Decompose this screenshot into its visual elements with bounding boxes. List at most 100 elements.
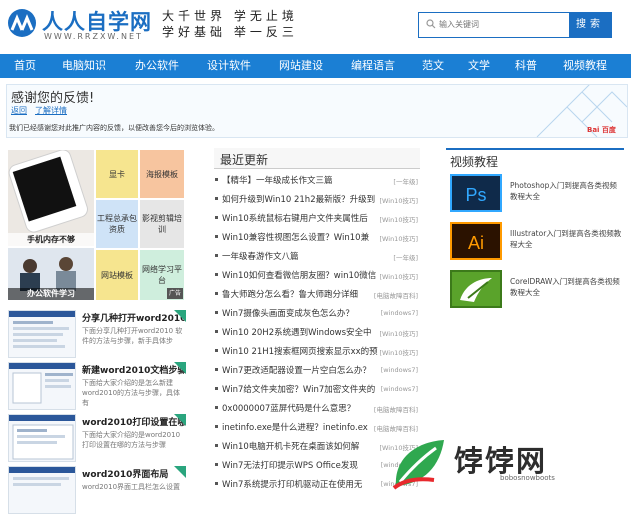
news-title[interactable]: 鲁大师跑分怎么看？鲁大师跑分详细 <box>222 288 378 300</box>
news-title[interactable]: 一年级春游作文八篇 <box>222 250 378 262</box>
word-screenshot-icon <box>9 467 75 486</box>
news-title[interactable]: Win10 20H2系统遇到Windows安全中 <box>222 326 378 338</box>
news-title[interactable]: Win7摄像头画面变成灰色怎么办？ <box>222 307 378 319</box>
news-title[interactable]: Win7更改适配器设置一片空白怎么办？ <box>222 364 378 376</box>
video-item-title[interactable]: CorelDRAW入门到提高各类视频教程大全 <box>510 276 624 298</box>
news-title[interactable]: Win7系统提示打印机驱动正在使用无 <box>222 478 378 490</box>
nav-item-design[interactable]: 设计软件 <box>207 54 251 78</box>
article-thumbnail <box>8 466 76 514</box>
search-button[interactable]: 搜索 <box>569 13 611 37</box>
news-category[interactable]: [电脑故障百科] <box>374 290 418 300</box>
news-title[interactable]: Win10兼容性视图怎么设置？Win10兼 <box>222 231 378 243</box>
nav-item-literature[interactable]: 文学 <box>468 54 490 78</box>
search-icon <box>426 19 436 29</box>
nav-item-web[interactable]: 网站建设 <box>279 54 323 78</box>
news-row[interactable]: 0x0000007蓝屏代码是什么意思？ [电脑故障百科] <box>214 398 420 418</box>
article-title[interactable]: 分享几种打开word2010 <box>82 311 186 324</box>
video-tutorials-header: 视频教程 <box>446 148 624 170</box>
news-row[interactable]: Win10如何查看微信朋友圈？win10微信 [Win10技巧] <box>214 265 420 285</box>
news-title[interactable]: Win10电脑开机卡死在桌面该如何解 <box>222 440 378 452</box>
news-row[interactable]: Win10 21H1搜索框网页搜索显示xx的预 [Win10技巧] <box>214 341 420 361</box>
news-category[interactable]: [Win10技巧] <box>379 347 418 357</box>
tile-website-template[interactable]: 网站模板 <box>96 250 138 300</box>
tile-graphics-card[interactable]: 显卡 <box>96 150 138 198</box>
article-title[interactable]: 新建word2010文档步骤 <box>82 363 186 376</box>
article-item[interactable]: word2010打印设置在哪 下面给大家介绍的是word2010 打印设置在哪的… <box>8 414 186 462</box>
word-screenshot-icon <box>9 363 75 404</box>
news-row[interactable]: Win7更改适配器设置一片空白怎么办？ [windows7] <box>214 360 420 380</box>
site-header: 人人自学网 WWW.RRZXW.NET 大千世界 学无止境 学好基础 举一反三 … <box>0 0 631 52</box>
article-item[interactable]: 分享几种打开word2010 下面分享几种打开word2010 软件的方法与步骤… <box>8 310 186 358</box>
bullet-icon <box>215 216 218 219</box>
video-item-title[interactable]: Photoshop入门到提高各类视频教程大全 <box>510 180 624 202</box>
news-row[interactable]: 鲁大师跑分怎么看？鲁大师跑分详细 [电脑故障百科] <box>214 284 420 304</box>
coreldraw-logo-icon <box>460 278 492 302</box>
phone-promo-image[interactable]: 手机内存不够 <box>8 150 94 246</box>
news-row[interactable]: 如何升级到Win10 21h2最新版？升级到 [Win10技巧] <box>214 189 420 209</box>
news-category[interactable]: [Win10技巧] <box>379 271 418 281</box>
video-item-illustrator[interactable]: Ai Illustrator入门到提高各类视频教程大全 <box>450 222 624 262</box>
news-category[interactable]: [一年级] <box>393 176 418 186</box>
notice-back-link[interactable]: 返回 <box>11 105 27 116</box>
video-item-coreldraw[interactable]: CorelDRAW入门到提高各类视频教程大全 <box>450 270 624 310</box>
news-title[interactable]: 0x0000007蓝屏代码是什么意思？ <box>222 402 378 414</box>
news-row[interactable]: Win7给文件夹加密？Win7加密文件夹的 [windows7] <box>214 379 420 399</box>
article-title[interactable]: word2010界面布局 <box>82 467 186 480</box>
bullet-icon <box>215 292 218 295</box>
search-input[interactable] <box>439 15 561 33</box>
video-item-photoshop[interactable]: Ps Photoshop入门到提高各类视频教程大全 <box>450 174 624 214</box>
nav-item-computer[interactable]: 电脑知识 <box>62 54 106 78</box>
nav-item-science[interactable]: 科普 <box>515 54 537 78</box>
news-category[interactable]: [windows7] <box>381 366 418 374</box>
news-title[interactable]: Win10系统鼠标右键用户文件夹属性后 <box>222 212 378 224</box>
nav-item-office[interactable]: 办公软件 <box>135 54 179 78</box>
news-row[interactable]: Win10 20H2系统遇到Windows安全中 [Win10技巧] <box>214 322 420 342</box>
news-title[interactable]: Win10如何查看微信朋友圈？win10微信 <box>222 269 378 281</box>
notice-more-link[interactable]: 了解详情 <box>35 105 67 116</box>
bullet-icon <box>215 235 218 238</box>
search-box: 搜索 <box>418 12 612 38</box>
news-title[interactable]: Win7给文件夹加密？Win7加密文件夹的 <box>222 383 378 395</box>
article-title[interactable]: word2010打印设置在哪 <box>82 415 186 428</box>
office-promo-image[interactable]: 办公软件学习 <box>8 248 94 300</box>
bullet-icon <box>215 273 218 276</box>
news-title[interactable]: 【精华】一年级成长作文三篇 <box>222 174 378 186</box>
site-logo-url: WWW.RRZXW.NET <box>44 32 143 41</box>
notice-description: 我们已经感谢您对此推广内容的反馈，以便改善您今后的浏览体验。 <box>9 124 219 132</box>
news-title[interactable]: Win7无法打印提示WPS Office发现 <box>222 459 378 471</box>
nav-item-programming[interactable]: 编程语言 <box>351 54 395 78</box>
bullet-icon <box>215 406 218 409</box>
news-category[interactable]: [一年级] <box>393 252 418 262</box>
nav-item-video[interactable]: 视频教程 <box>563 54 607 78</box>
tile-online-learning-platform[interactable]: 网络学习平台 广告 <box>140 250 184 300</box>
tile-video-editing-training[interactable]: 影视剪辑培训 <box>140 200 184 248</box>
news-category[interactable]: [Win10技巧] <box>379 328 418 338</box>
tile-poster-template[interactable]: 海报模板 <box>140 150 184 198</box>
news-category[interactable]: [windows7] <box>381 309 418 317</box>
news-row[interactable]: Win7摄像头画面变成灰色怎么办？ [windows7] <box>214 303 420 323</box>
news-title[interactable]: inetinfo.exe是什么进程？inetinfo.ex <box>222 421 378 433</box>
news-row[interactable]: Win10兼容性视图怎么设置？Win10兼 [Win10技巧] <box>214 227 420 247</box>
news-row[interactable]: 【精华】一年级成长作文三篇 [一年级] <box>214 170 420 190</box>
tile-engineering-qualification[interactable]: 工程总承包资质 <box>96 200 138 248</box>
article-description: 下面给大家介绍的是word2010 打印设置在哪的方法与步骤 <box>82 431 181 449</box>
bullet-icon <box>215 311 218 314</box>
notice-title: 感谢您的反馈! <box>11 91 95 106</box>
video-tutorials: 视频教程 Ps Photoshop入门到提高各类视频教程大全 Ai Illust… <box>446 148 624 318</box>
news-category[interactable]: [Win10技巧] <box>379 214 418 224</box>
news-row[interactable]: 一年级春游作文八篇 [一年级] <box>214 246 420 266</box>
watermark: 饽饽网 bobosnowboots <box>380 432 631 500</box>
news-category[interactable]: [windows7] <box>381 385 418 393</box>
news-category[interactable]: [Win10技巧] <box>379 233 418 243</box>
nav-item-essay[interactable]: 范文 <box>422 54 444 78</box>
news-category[interactable]: [电脑故障百科] <box>374 404 418 414</box>
article-item[interactable]: 新建word2010文档步骤 下面给大家介绍的是怎么新建 word2010的方法… <box>8 362 186 410</box>
news-category[interactable]: [Win10技巧] <box>379 195 418 205</box>
article-item[interactable]: word2010界面布局 word2010界面工具栏怎么设置 <box>8 466 186 514</box>
news-row[interactable]: Win10系统鼠标右键用户文件夹属性后 [Win10技巧] <box>214 208 420 228</box>
video-item-title[interactable]: Illustrator入门到提高各类视频教程大全 <box>510 228 624 250</box>
nav-item-home[interactable]: 首页 <box>14 54 36 78</box>
news-title[interactable]: Win10 21H1搜索框网页搜索显示xx的预 <box>222 345 378 357</box>
news-title[interactable]: 如何升级到Win10 21h2最新版？升级到 <box>222 193 378 205</box>
feedback-notice: 感谢您的反馈! 返回 了解详情 我们已经感谢您对此推广内容的反馈，以便改善您今后… <box>6 84 628 138</box>
